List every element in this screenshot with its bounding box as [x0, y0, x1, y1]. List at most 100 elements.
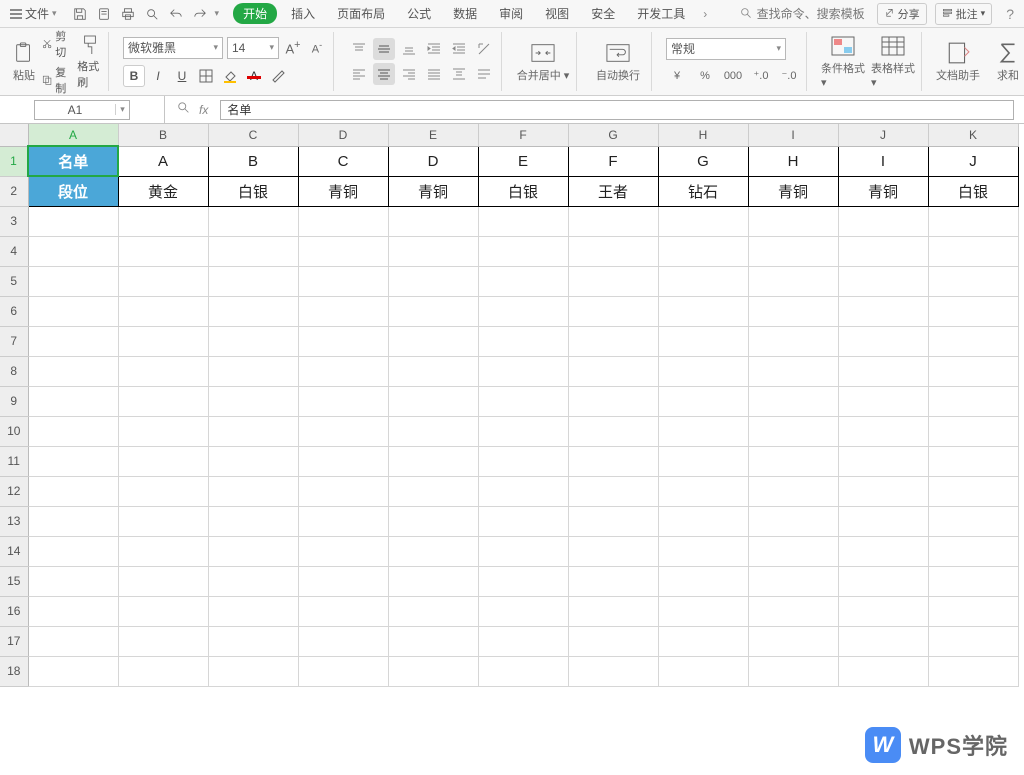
cell[interactable] — [838, 536, 928, 566]
cell[interactable] — [838, 296, 928, 326]
cell[interactable] — [838, 236, 928, 266]
cell[interactable] — [388, 356, 478, 386]
cell[interactable] — [928, 236, 1018, 266]
row-header[interactable]: 16 — [0, 596, 28, 626]
cell[interactable] — [658, 236, 748, 266]
cell[interactable] — [208, 506, 298, 536]
indent-increase-icon[interactable] — [448, 38, 470, 60]
cell[interactable] — [28, 506, 118, 536]
cell[interactable] — [838, 506, 928, 536]
cell[interactable] — [208, 386, 298, 416]
cell[interactable]: 白银 — [928, 176, 1018, 206]
cell[interactable] — [28, 596, 118, 626]
cut-button[interactable]: 剪切 — [42, 28, 71, 60]
cell[interactable] — [658, 296, 748, 326]
fill-color-button[interactable] — [219, 65, 241, 87]
cell[interactable] — [298, 596, 388, 626]
cell[interactable] — [748, 506, 838, 536]
cell[interactable] — [658, 656, 748, 686]
cell[interactable] — [208, 446, 298, 476]
column-header[interactable]: E — [388, 124, 478, 146]
cell[interactable] — [28, 566, 118, 596]
font-color-button[interactable]: A — [243, 65, 265, 87]
cell[interactable] — [388, 266, 478, 296]
cell[interactable] — [118, 416, 208, 446]
fx-button[interactable]: fx — [199, 103, 208, 117]
cell[interactable] — [298, 626, 388, 656]
cell[interactable] — [478, 236, 568, 266]
cell[interactable] — [478, 566, 568, 596]
bold-button[interactable]: B — [123, 65, 145, 87]
cell[interactable] — [118, 566, 208, 596]
column-header[interactable]: C — [208, 124, 298, 146]
cell[interactable] — [748, 236, 838, 266]
cell[interactable] — [388, 386, 478, 416]
cell[interactable]: 白银 — [478, 176, 568, 206]
cell[interactable] — [928, 206, 1018, 236]
cell[interactable] — [748, 596, 838, 626]
cell[interactable] — [478, 536, 568, 566]
cell[interactable] — [838, 446, 928, 476]
print-preview-icon[interactable] — [93, 3, 115, 25]
redo-icon[interactable] — [189, 3, 211, 25]
align-middle-icon[interactable] — [373, 38, 395, 60]
conditional-format-button[interactable]: 条件格式▾ — [821, 34, 865, 89]
cell[interactable] — [748, 626, 838, 656]
column-header[interactable]: B — [118, 124, 208, 146]
tab-formula[interactable]: 公式 — [399, 2, 439, 25]
cell[interactable] — [928, 596, 1018, 626]
cell[interactable] — [658, 356, 748, 386]
align-left-icon[interactable] — [348, 63, 370, 85]
cell[interactable] — [658, 266, 748, 296]
cell[interactable] — [568, 596, 658, 626]
cell[interactable]: F — [568, 146, 658, 176]
cell[interactable] — [658, 596, 748, 626]
cell[interactable] — [748, 206, 838, 236]
name-box[interactable]: A1 ▾ — [34, 100, 130, 120]
save-icon[interactable] — [69, 3, 91, 25]
cell[interactable] — [388, 416, 478, 446]
cell[interactable] — [298, 386, 388, 416]
cell[interactable] — [118, 356, 208, 386]
cell[interactable] — [298, 206, 388, 236]
cell[interactable] — [928, 536, 1018, 566]
cell[interactable] — [748, 446, 838, 476]
cell[interactable] — [568, 206, 658, 236]
format-painter-button[interactable]: 格式刷 — [77, 34, 102, 90]
cell[interactable] — [928, 296, 1018, 326]
spreadsheet-grid[interactable]: ABCDEFGHIJK1名单ABCDEFGHIJ2段位黄金白银青铜青铜白银王者钻… — [0, 124, 1024, 775]
row-header[interactable]: 6 — [0, 296, 28, 326]
sum-button[interactable]: 求和 — [986, 41, 1024, 83]
cell[interactable] — [658, 566, 748, 596]
cell[interactable] — [388, 476, 478, 506]
column-header[interactable]: F — [478, 124, 568, 146]
cell[interactable] — [298, 656, 388, 686]
comma-icon[interactable]: 000 — [722, 66, 744, 86]
decrease-decimal-icon[interactable]: ⁻.0 — [778, 66, 800, 86]
cell[interactable]: 钻石 — [658, 176, 748, 206]
cell[interactable] — [838, 596, 928, 626]
column-header[interactable]: D — [298, 124, 388, 146]
cell[interactable] — [838, 386, 928, 416]
row-header[interactable]: 1 — [0, 146, 28, 176]
cell[interactable] — [478, 296, 568, 326]
cell[interactable] — [568, 266, 658, 296]
cell[interactable]: 青铜 — [388, 176, 478, 206]
paste-button[interactable]: 粘贴 — [12, 41, 36, 83]
cell[interactable]: D — [388, 146, 478, 176]
cell[interactable] — [748, 536, 838, 566]
cell[interactable] — [568, 566, 658, 596]
cell[interactable]: 青铜 — [838, 176, 928, 206]
cell[interactable] — [928, 566, 1018, 596]
cell[interactable]: 青铜 — [748, 176, 838, 206]
distribute-icon[interactable] — [448, 63, 470, 85]
cell[interactable] — [298, 416, 388, 446]
cell[interactable] — [658, 326, 748, 356]
cell[interactable]: 王者 — [568, 176, 658, 206]
cell[interactable] — [478, 206, 568, 236]
wrap-text-button[interactable]: 自动换行 — [591, 41, 645, 83]
increase-font-icon[interactable]: A+ — [283, 38, 303, 58]
zoom-icon[interactable] — [177, 101, 191, 118]
tab-page-layout[interactable]: 页面布局 — [329, 2, 393, 25]
cell[interactable] — [118, 476, 208, 506]
